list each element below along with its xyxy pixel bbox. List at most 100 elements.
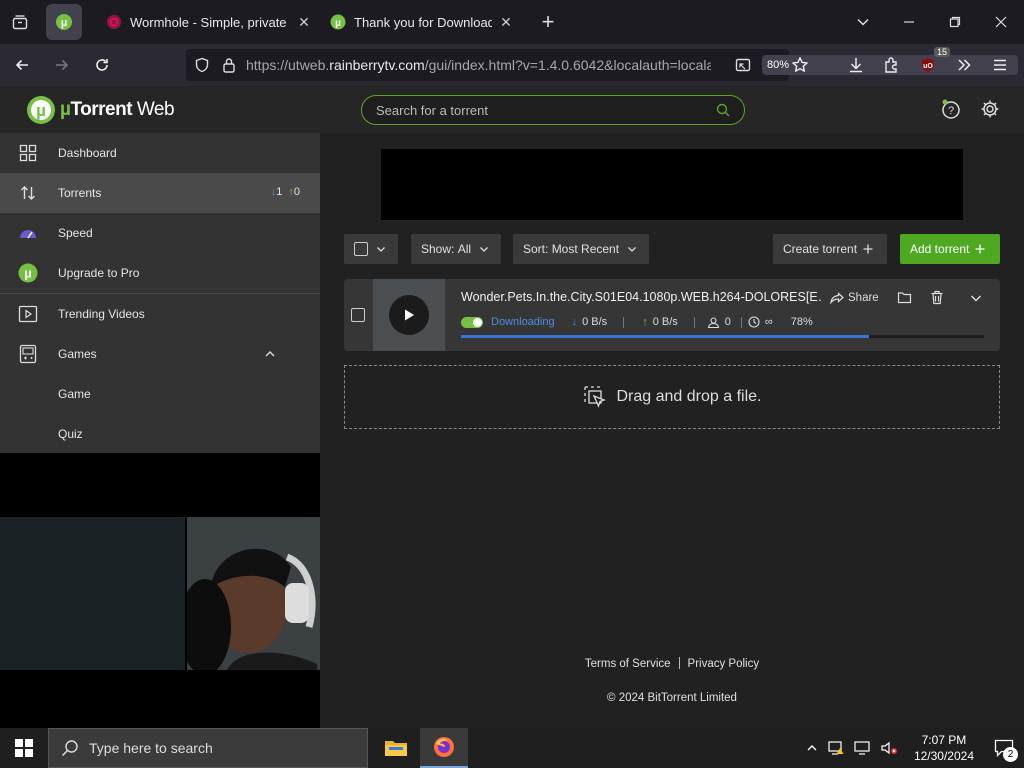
taskbar-search[interactable]: Type here to search xyxy=(48,728,368,768)
overflow-chevrons-icon[interactable] xyxy=(946,49,982,81)
tab-title: Wormhole - Simple, private file xyxy=(130,14,290,30)
utorrent-icon: µ xyxy=(56,14,72,30)
peers-count: 0 xyxy=(724,316,731,328)
sort-dropdown[interactable]: Sort: Most Recent xyxy=(513,234,649,264)
notification-count: 2 xyxy=(1003,747,1018,762)
settings-gear-icon[interactable] xyxy=(979,98,1001,120)
bookmark-star-icon[interactable] xyxy=(782,49,818,81)
share-button[interactable]: Share xyxy=(830,292,879,304)
add-torrent-button[interactable]: Add torrent xyxy=(900,234,1000,264)
downloads-icon[interactable] xyxy=(838,49,874,81)
sidebar-item-upgrade[interactable]: µ Upgrade to Pro xyxy=(0,253,320,293)
torrent-name[interactable]: Wonder.Pets.In.the.City.S01E04.1080p.WEB… xyxy=(461,290,821,304)
shield-icon[interactable] xyxy=(194,57,210,73)
sidebar-item-dashboard[interactable]: Dashboard xyxy=(0,133,320,173)
chevron-down-icon[interactable] xyxy=(970,292,982,304)
download-toggle[interactable] xyxy=(461,316,483,328)
select-all-checkbox[interactable] xyxy=(354,242,368,256)
lock-icon[interactable] xyxy=(222,57,236,73)
clock[interactable]: 7:07 PM 12/30/2024 xyxy=(914,732,974,764)
tab-overflow-chevron-icon[interactable] xyxy=(840,0,886,44)
help-icon[interactable]: ? xyxy=(940,98,962,120)
trash-icon[interactable] xyxy=(930,290,944,305)
create-torrent-button[interactable]: Create torrent xyxy=(773,234,887,264)
tab-close-icon[interactable]: ✕ xyxy=(498,14,514,31)
chevron-up-icon[interactable] xyxy=(264,348,276,360)
url-text[interactable]: https://utweb.rainberrytv.com/gui/index.… xyxy=(246,57,711,73)
new-tab-button[interactable]: + xyxy=(532,6,564,38)
system-tray: 7:07 PM 12/30/2024 2 xyxy=(806,728,1024,768)
torrent-counts: ↓1 ↑0 xyxy=(271,186,300,198)
torrent-row[interactable]: Wonder.Pets.In.the.City.S01E04.1080p.WEB… xyxy=(344,279,1000,351)
tab-title: Thank you for Downloading µTo xyxy=(354,14,492,30)
extensions-puzzle-icon[interactable] xyxy=(874,49,910,81)
back-arrow-icon xyxy=(15,59,28,71)
ublock-extension-icon[interactable]: uO 15 xyxy=(910,47,950,81)
sidebar-item-label: Torrents xyxy=(58,186,102,200)
svg-text:uO: uO xyxy=(923,63,933,70)
tab-wormhole[interactable]: Wormhole - Simple, private file ✕ xyxy=(98,4,320,40)
forward-button[interactable] xyxy=(44,49,80,81)
ad-banner[interactable] xyxy=(381,149,963,220)
privacy-link[interactable]: Privacy Policy xyxy=(688,658,760,670)
file-explorer-button[interactable] xyxy=(372,728,420,768)
sidebar-item-label: Dashboard xyxy=(58,146,117,160)
chevron-down-icon xyxy=(480,247,489,252)
torrent-search-input[interactable] xyxy=(376,102,716,118)
volume-muted-icon[interactable] xyxy=(880,740,898,756)
svg-text:µ: µ xyxy=(24,266,32,281)
plus-icon xyxy=(863,244,873,254)
utorrent-logo[interactable]: µ µTorrent Web xyxy=(26,95,175,125)
chevron-up-icon[interactable] xyxy=(806,742,818,754)
start-button[interactable] xyxy=(0,728,48,768)
video-icon xyxy=(18,304,38,324)
back-button[interactable] xyxy=(4,49,40,81)
tab-pinned-utorrent[interactable]: µ xyxy=(46,4,82,40)
hamburger-menu-icon[interactable] xyxy=(982,49,1018,81)
torrent-search-box[interactable] xyxy=(361,95,745,125)
clock-icon xyxy=(748,316,760,328)
sidebar-item-quiz[interactable]: Quiz xyxy=(0,414,320,454)
firefox-icon xyxy=(434,737,454,757)
tab-list-button[interactable] xyxy=(0,0,40,44)
show-filter-dropdown[interactable]: Show: All xyxy=(411,234,501,264)
url-bar[interactable]: https://utweb.rainberrytv.com/gui/index.… xyxy=(186,49,789,81)
firefox-taskbar-button[interactable] xyxy=(420,728,468,768)
sidebar: Dashboard Torrents ↓1 ↑0 Speed µ Upgrade… xyxy=(0,133,320,453)
tab-list-icon xyxy=(12,15,28,30)
torrent-thumbnail xyxy=(373,279,445,351)
terms-link[interactable]: Terms of Service xyxy=(585,658,671,670)
logo-web: Web xyxy=(132,99,175,120)
minimize-button[interactable] xyxy=(886,0,932,44)
sidebar-item-game[interactable]: Game xyxy=(0,374,320,414)
display-icon[interactable] xyxy=(854,740,872,756)
sidebar-item-trending-videos[interactable]: Trending Videos xyxy=(0,294,320,334)
search-icon[interactable] xyxy=(716,103,730,117)
svg-text:?: ? xyxy=(948,105,954,117)
copyright: © 2024 BitTorrent Limited xyxy=(607,692,737,704)
sidebar-item-label: Quiz xyxy=(58,427,83,441)
play-button[interactable] xyxy=(389,295,429,335)
notification-center-button[interactable]: 2 xyxy=(984,728,1024,768)
select-all-dropdown[interactable] xyxy=(344,234,398,264)
sidebar-item-speed[interactable]: Speed xyxy=(0,213,320,253)
peers-icon xyxy=(707,316,719,328)
close-window-button[interactable] xyxy=(978,0,1024,44)
reload-button[interactable] xyxy=(84,49,120,81)
torrent-status: Downloading xyxy=(491,316,555,328)
clock-date: 12/30/2024 xyxy=(913,749,974,763)
torrent-toolbar: Show: All Sort: Most Recent Create torre… xyxy=(344,234,1000,264)
maximize-button[interactable] xyxy=(932,0,978,44)
reader-view-icon[interactable] xyxy=(735,57,751,73)
drop-zone[interactable]: Drag and drop a file. xyxy=(344,365,1000,429)
plus-icon xyxy=(975,244,985,254)
app-header: µ µTorrent Web ? xyxy=(0,86,1024,133)
sidebar-item-games[interactable]: Games xyxy=(0,334,320,374)
torrent-checkbox[interactable] xyxy=(351,308,365,322)
utorrent-logo-icon: µ xyxy=(27,96,55,124)
tab-thank-you[interactable]: µ Thank you for Downloading µTo ✕ xyxy=(322,4,522,40)
network-warning-icon[interactable] xyxy=(828,740,846,756)
folder-icon[interactable] xyxy=(897,291,912,304)
sidebar-item-torrents[interactable]: Torrents ↓1 ↑0 xyxy=(0,173,320,213)
tab-close-icon[interactable]: ✕ xyxy=(296,14,312,31)
